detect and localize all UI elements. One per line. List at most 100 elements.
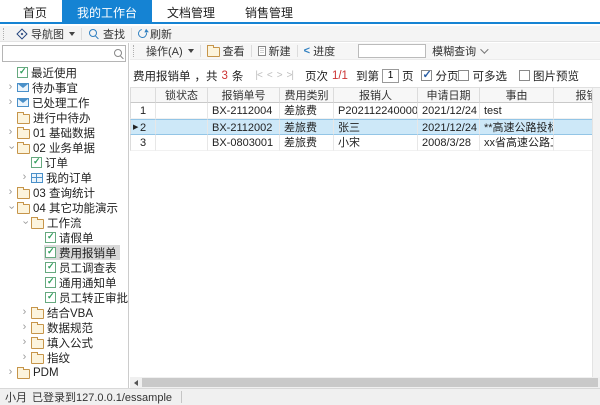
- header-claimant[interactable]: 报销人: [334, 87, 418, 103]
- table-row-selected[interactable]: ▶2 BX-2112002 差旅费 张三 2021/12/24 **高速公路投标: [130, 119, 600, 135]
- table-row[interactable]: 1 BX-2112004 差旅费 P20211224000001 2021/12…: [130, 103, 600, 119]
- chevron-right-icon[interactable]: [5, 97, 16, 108]
- vertical-scrollbar[interactable]: [592, 88, 600, 377]
- table-row[interactable]: 3 BX-0803001 差旅费 小宋 2008/3/28 xx省高速公路工程投…: [130, 135, 600, 151]
- tree-item-processed-work[interactable]: 已处理工作: [0, 95, 128, 110]
- tab-home[interactable]: 首页: [8, 0, 62, 22]
- mail-icon: [17, 98, 29, 107]
- chevron-right-icon[interactable]: [19, 352, 30, 363]
- tree-item-recent-use[interactable]: 最近使用: [0, 65, 128, 80]
- row-number-cell: 3: [130, 135, 156, 151]
- app-window: 首页 我的工作台 文档管理 销售管理 导航图 查找 刷新 最近使用 待办: [0, 0, 600, 405]
- new-button[interactable]: 新建: [253, 44, 296, 59]
- tree-item-label: 费用报销单: [59, 245, 117, 261]
- pager-prev-button[interactable]: [267, 70, 272, 81]
- tree-item-general-notice[interactable]: 通用通知单: [0, 275, 128, 290]
- chevron-down-icon[interactable]: [19, 217, 30, 228]
- header-reimbursement-no[interactable]: 报销单号: [208, 87, 280, 103]
- scroll-left-button[interactable]: [130, 377, 142, 388]
- chevron-right-icon[interactable]: [19, 172, 30, 183]
- tree-item-employee-survey[interactable]: 员工调查表: [0, 260, 128, 275]
- chevron-right-icon[interactable]: [19, 307, 30, 318]
- action-menu-button[interactable]: 操作(A): [141, 44, 199, 59]
- tree-item-label: 填入公式: [47, 335, 93, 351]
- tree-item-in-progress[interactable]: 进行中待办: [0, 110, 128, 125]
- header-expense-category[interactable]: 费用类别: [280, 87, 334, 103]
- tab-my-workbench[interactable]: 我的工作台: [62, 0, 152, 22]
- tree-item-02-business-docs[interactable]: 02 业务单据: [0, 140, 128, 155]
- tree-search-input[interactable]: [3, 47, 113, 60]
- cell-no: BX-2112002: [208, 119, 280, 135]
- cell-reason: xx省高速公路工程投标: [480, 135, 554, 151]
- main-toolbar: 操作(A) 查看 新建 进度 模糊查询: [130, 43, 600, 60]
- goto-page-input[interactable]: [382, 69, 399, 83]
- tree-item-fill-formula[interactable]: 填入公式: [0, 335, 128, 350]
- tree-item-todo[interactable]: 待办事宜: [0, 80, 128, 95]
- search-icon[interactable]: [113, 48, 125, 60]
- cell-reason: test: [480, 103, 554, 119]
- header-apply-date[interactable]: 申请日期: [418, 87, 480, 103]
- chevron-right-icon[interactable]: [5, 127, 16, 138]
- chevron-down-icon[interactable]: [5, 142, 16, 153]
- header-reason[interactable]: 事由: [480, 87, 554, 103]
- toolbar-grip: [3, 28, 7, 40]
- cell-lock: [156, 135, 208, 151]
- view-button[interactable]: 查看: [202, 44, 250, 59]
- chevron-right-icon[interactable]: [19, 322, 30, 333]
- tree-item-order[interactable]: 订单: [0, 155, 128, 170]
- tree-item-03-query-stats[interactable]: 03 查询统计: [0, 185, 128, 200]
- paging-checkbox[interactable]: [421, 70, 432, 81]
- pager-last-button[interactable]: [287, 70, 293, 81]
- tree-item-data-spec[interactable]: 数据规范: [0, 320, 128, 335]
- form-title: 费用报销单: [133, 68, 191, 84]
- logged-in-user: 小月: [5, 389, 27, 405]
- tree-item-expense-reimbursement[interactable]: 费用报销单: [0, 245, 128, 260]
- tree-item-workflow[interactable]: 工作流: [0, 215, 128, 230]
- refresh-label: 刷新: [150, 26, 172, 42]
- tree-item-pdm[interactable]: PDM: [0, 365, 128, 380]
- pager-first-button[interactable]: [255, 70, 261, 81]
- cell-lock: [156, 103, 208, 119]
- tree-item-01-basic-data[interactable]: 01 基础数据: [0, 125, 128, 140]
- tab-sales-management[interactable]: 销售管理: [230, 0, 308, 22]
- tree-item-my-orders[interactable]: 我的订单: [0, 170, 128, 185]
- multi-select-checkbox[interactable]: [458, 70, 469, 81]
- tree-item-vba[interactable]: 结合VBA: [0, 305, 128, 320]
- tree-item-04-other-demos[interactable]: 04 其它功能演示: [0, 200, 128, 215]
- cell-lock: [156, 119, 208, 135]
- login-status-message: 已登录到127.0.0.1/essample: [32, 389, 172, 405]
- form-icon: [31, 157, 42, 168]
- scrollbar-thumb[interactable]: [142, 378, 598, 387]
- query-input[interactable]: [358, 44, 426, 58]
- tree-item-label: 待办事宜: [32, 80, 78, 96]
- fuzzy-query-dropdown[interactable]: 模糊查询: [432, 43, 486, 59]
- tree-item-employee-confirmation[interactable]: 员工转正审批表: [0, 290, 128, 305]
- toolbar-separator: [81, 28, 82, 40]
- folder-icon: [17, 369, 30, 379]
- page-value: 1/1: [332, 70, 348, 82]
- tree-item-label: 订单: [45, 155, 68, 171]
- chevron-right-icon[interactable]: [19, 337, 30, 348]
- pager-next-button[interactable]: [277, 70, 282, 81]
- tree-item-label: 最近使用: [31, 65, 77, 81]
- image-preview-checkbox[interactable]: [519, 70, 530, 81]
- progress-button[interactable]: 进度: [299, 44, 340, 59]
- tree-item-fingerprint[interactable]: 指纹: [0, 350, 128, 365]
- refresh-button[interactable]: 刷新: [133, 26, 177, 41]
- find-button[interactable]: 查找: [83, 26, 130, 41]
- chevron-right-icon[interactable]: [5, 82, 16, 93]
- tab-document-management[interactable]: 文档管理: [152, 0, 230, 22]
- cell-date: 2008/3/28: [418, 135, 480, 151]
- view-label: 查看: [223, 43, 245, 59]
- chevron-down-icon[interactable]: [5, 202, 16, 213]
- tree-item-label: 04 其它功能演示: [33, 200, 118, 216]
- chevron-right-icon[interactable]: [5, 187, 16, 198]
- status-separator: [181, 391, 182, 403]
- header-lock-status[interactable]: 锁状态: [156, 87, 208, 103]
- navigation-map-button[interactable]: 导航图: [11, 26, 80, 41]
- tree-item-leave-form[interactable]: 请假单: [0, 230, 128, 245]
- cell-person: 张三: [334, 119, 418, 135]
- chevron-right-icon[interactable]: [5, 367, 16, 378]
- folder-icon: [17, 144, 30, 154]
- tree-item-label: 员工调查表: [59, 260, 117, 276]
